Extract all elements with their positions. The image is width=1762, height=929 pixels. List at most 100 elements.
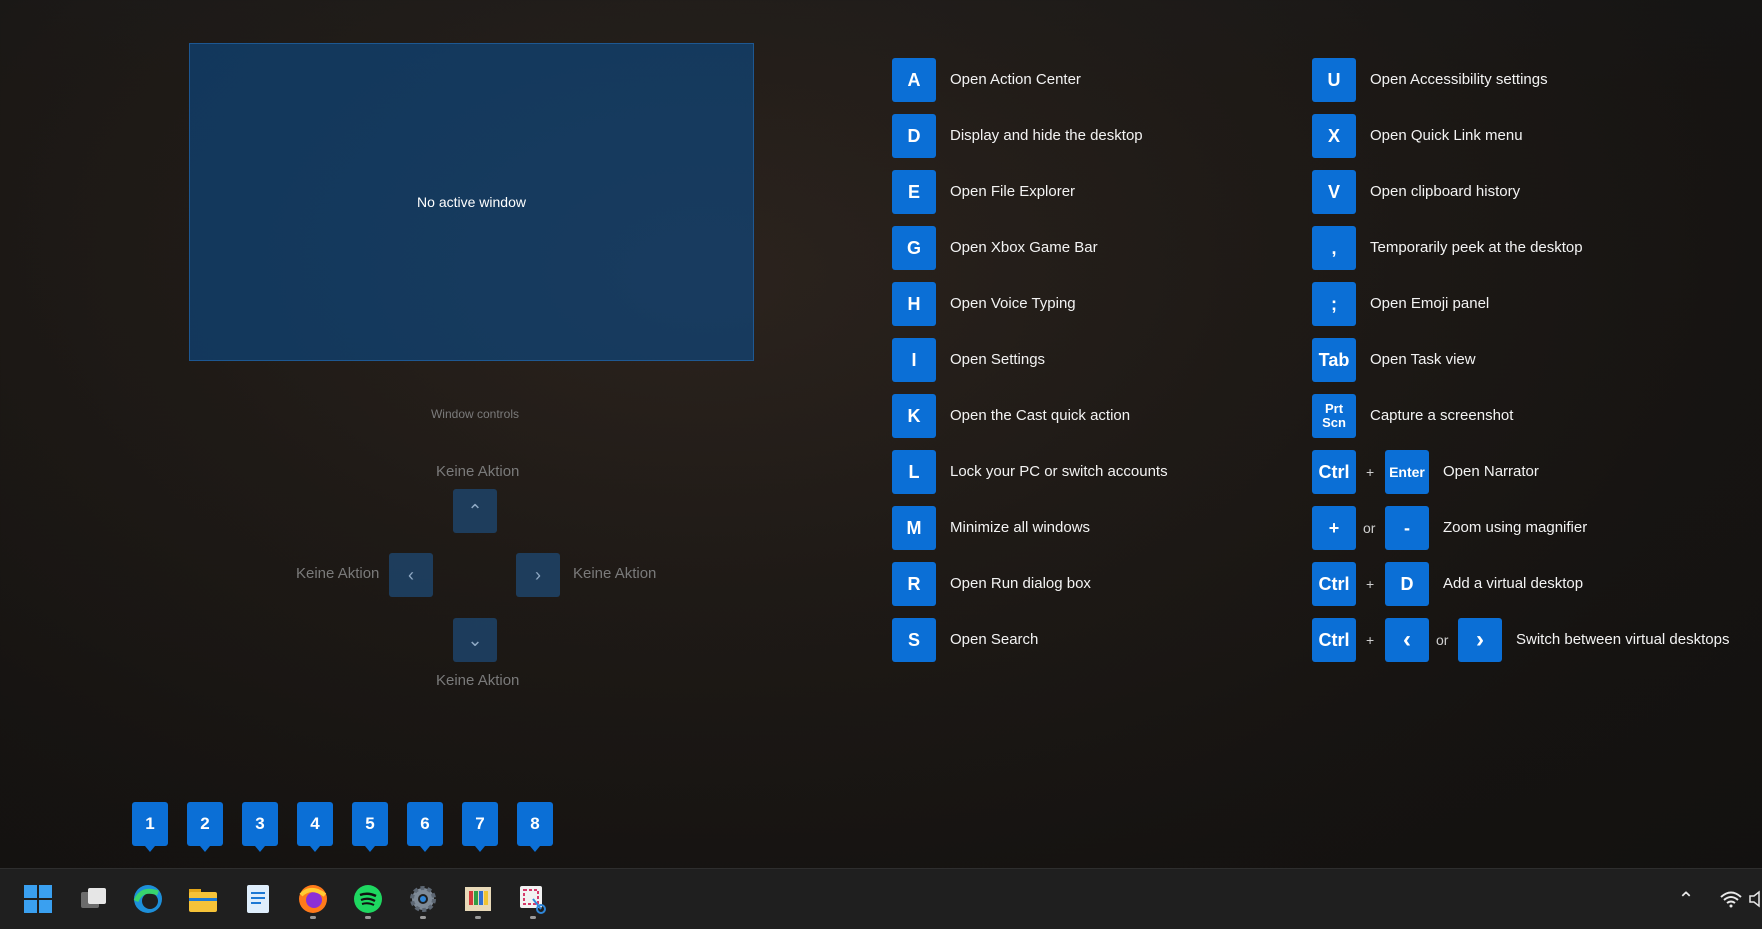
shortcut-key-enter: Enter (1385, 450, 1429, 494)
shortcut-label: Display and hide the desktop (950, 127, 1143, 144)
shortcut-label: Open Quick Link menu (1370, 127, 1523, 144)
shortcut-key-ctrl: Ctrl (1312, 618, 1356, 662)
window-control-up-label: Keine Aktion (436, 463, 520, 480)
shortcut-label: Open Task view (1370, 351, 1476, 368)
shortcut-key-left-arrow: ‹ (1385, 618, 1429, 662)
shortcut-label: Open Xbox Game Bar (950, 239, 1098, 256)
file-explorer-icon (189, 889, 217, 912)
notepad-taskbar-button[interactable] (236, 877, 280, 921)
shortcut-label: Temporarily peek at the desktop (1370, 239, 1583, 256)
settings-taskbar-button[interactable] (401, 877, 445, 921)
shortcut-key: I (892, 338, 936, 382)
shortcut-key: A (892, 58, 936, 102)
volume-button[interactable] (1748, 877, 1762, 921)
shortcut-label: Open Search (950, 631, 1039, 648)
taskbar-number-badge: 4 (297, 802, 333, 852)
speaker-icon (1749, 890, 1760, 908)
snipping-tool-taskbar-button[interactable] (511, 877, 555, 921)
network-button[interactable] (1716, 877, 1746, 921)
shortcut-key: G (892, 226, 936, 270)
notepad-icon (247, 885, 269, 913)
shortcut-key-right-arrow: › (1458, 618, 1502, 662)
taskbar: ⌃ (0, 868, 1762, 929)
taskbar-number-badge: 7 (462, 802, 498, 852)
taskbar-number-badge: 6 (407, 802, 443, 852)
chevron-down-icon: ⌄ (467, 629, 483, 650)
spotify-icon (354, 885, 382, 913)
shortcut-key-d: D (1385, 562, 1429, 606)
firefox-taskbar-button[interactable] (291, 877, 335, 921)
shortcut-key: L (892, 450, 936, 494)
task-view-button[interactable] (71, 877, 115, 921)
shortcut-label: Open Voice Typing (950, 295, 1076, 312)
wifi-icon (1720, 891, 1742, 908)
combo-separator: or (1363, 520, 1376, 536)
shortcut-key: X (1312, 114, 1356, 158)
file-explorer-taskbar-button[interactable] (181, 877, 225, 921)
taskbar-number-badge: 3 (242, 802, 278, 852)
start-button[interactable] (16, 877, 60, 921)
shortcut-label: Lock your PC or switch accounts (950, 463, 1168, 480)
shortcut-label: Switch between virtual desktops (1516, 631, 1730, 648)
window-control-up-button[interactable]: ⌃ (453, 489, 497, 533)
shortcut-key: R (892, 562, 936, 606)
taskbar-number-badge: 8 (517, 802, 553, 852)
settings-icon (410, 886, 436, 912)
shortcut-key: , (1312, 226, 1356, 270)
taskbar-number-badge: 2 (187, 802, 223, 852)
running-indicator (365, 916, 371, 919)
shortcut-label: Open Accessibility settings (1370, 71, 1548, 88)
shortcut-label: Open Settings (950, 351, 1046, 368)
shortcut-key: ; (1312, 282, 1356, 326)
edge-taskbar-button[interactable] (126, 877, 170, 921)
shortcut-label: Open Narrator (1443, 463, 1539, 480)
firefox-icon (299, 885, 327, 913)
taskbar-number-badge: 5 (352, 802, 388, 852)
snipping-tool-icon (520, 886, 546, 914)
combo-separator: + (1366, 464, 1375, 480)
shortcut-label: Open clipboard history (1370, 183, 1521, 200)
shortcut-key-plus: + (1312, 506, 1356, 550)
shortcut-key: V (1312, 170, 1356, 214)
chevron-up-icon: ⌃ (1677, 888, 1695, 911)
shortcut-key-ctrl: Ctrl (1312, 450, 1356, 494)
window-control-right-button[interactable]: › (516, 553, 560, 597)
shortcut-key: K (892, 394, 936, 438)
shortcut-key: S (892, 618, 936, 662)
chevron-right-icon: › (535, 564, 541, 585)
shortcut-label: Zoom using magnifier (1443, 519, 1588, 536)
windows-start-icon (24, 885, 52, 913)
window-control-right-label: Keine Aktion (573, 565, 657, 582)
taskbar-number-badge: 1 (132, 802, 168, 852)
window-control-down-label: Keine Aktion (436, 672, 520, 689)
window-control-left-label: Keine Aktion (296, 565, 380, 582)
shortcut-label: Minimize all windows (950, 519, 1091, 536)
no-active-window-text: No active window (417, 194, 526, 210)
show-hidden-icons-button[interactable]: ⌃ (1672, 877, 1700, 921)
active-window-preview: No active window (189, 43, 754, 361)
shortcut-key: M (892, 506, 936, 550)
shortcut-key: U (1312, 58, 1356, 102)
shortcut-key: H (892, 282, 936, 326)
combo-separator: or (1436, 632, 1449, 648)
shortcut-label: Add a virtual desktop (1443, 575, 1584, 592)
spotify-taskbar-button[interactable] (346, 877, 390, 921)
running-indicator (475, 916, 481, 919)
shortcut-key: Prt Scn (1312, 394, 1356, 438)
shortcut-label: Open Run dialog box (950, 575, 1091, 592)
shortcut-key: Tab (1312, 338, 1356, 382)
shortcut-label: Open File Explorer (950, 183, 1076, 200)
edge-icon (133, 885, 162, 913)
chevron-up-icon: ⌃ (467, 500, 483, 521)
shortcut-label: Capture a screenshot (1370, 407, 1514, 424)
running-indicator (530, 916, 536, 919)
shortcut-label: Open the Cast quick action (950, 407, 1131, 424)
window-control-down-button[interactable]: ⌄ (453, 618, 497, 662)
shortcut-key: E (892, 170, 936, 214)
window-control-left-button[interactable]: ‹ (389, 553, 433, 597)
shortcut-key: D (892, 114, 936, 158)
shortcut-label: Open Action Center (950, 71, 1081, 88)
shortcut-label: Open Emoji panel (1370, 295, 1490, 312)
paint-taskbar-button[interactable] (456, 877, 500, 921)
chevron-left-icon: ‹ (408, 564, 414, 585)
